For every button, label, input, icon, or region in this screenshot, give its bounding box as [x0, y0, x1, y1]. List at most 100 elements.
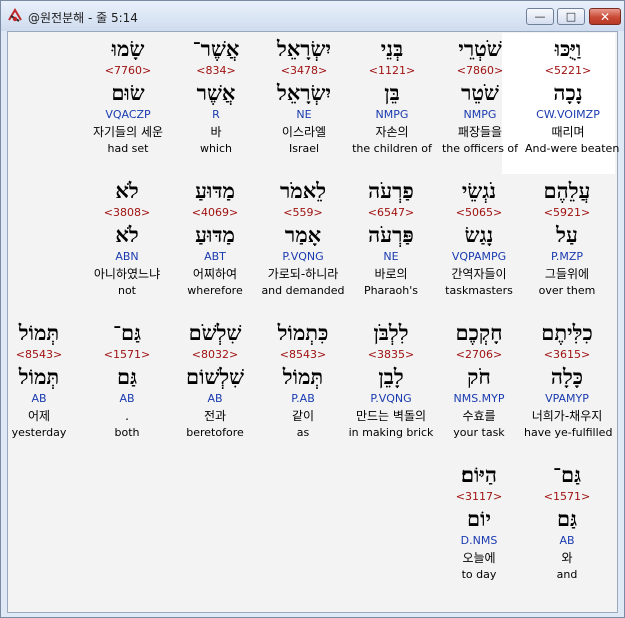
window-title: @원전분해 - 줄 5:14: [28, 11, 138, 25]
hebrew-lemma-text: יוֹם: [467, 506, 491, 531]
interlinear-word[interactable]: לֹא <3808> לֹא ABN 아니하였느냐 not: [84, 176, 170, 299]
interlinear-word[interactable]: וַיֻּכּוּ <5221> נָכָה CW.VOIMZP 때리며 And-were…: [525, 34, 620, 157]
english-gloss-text: and: [556, 568, 578, 581]
english-gloss-text: to day: [461, 568, 497, 581]
korean-gloss-text: 자손의: [375, 125, 409, 139]
interlinear-word[interactable]: לֵאמֹר <559> אָמַר P.VQNG 가로되-하니라 and demande…: [260, 176, 346, 299]
interlinear-word[interactable]: כִּתְמוֹל <8543> תְּמוֹל P.AB 같이 as: [260, 318, 346, 441]
interlinear-word[interactable]: שִׁלְשֹׁם <8032> שִׁלְשׁוֹם AB 전과 beretofore: [172, 318, 258, 441]
korean-gloss-text: 때리며: [551, 125, 585, 139]
interlinear-word[interactable]: בְּנֵי <1121> בֵּן NMPG 자손의 the children of: [349, 34, 435, 157]
strong-number-text: <2706>: [455, 348, 503, 361]
interlinear-word[interactable]: יִשְׂרָאֵל <3478> יִשְׂרָאֵל NE 이스라엘 Israel: [261, 34, 347, 157]
hebrew-word-text: כִלִּיתֶם: [541, 320, 593, 345]
korean-gloss-text: 패장들을: [457, 125, 503, 139]
strong-number-text: <7760>: [104, 64, 152, 77]
english-gloss-text: your task: [453, 426, 505, 439]
strong-number-text: <834>: [196, 64, 236, 77]
parsing-code-text: NE: [383, 250, 399, 263]
interlinear-word[interactable]: שָׂמוּ <7760> שׂוּם VQACZP 자기들의 세운 had set: [85, 34, 171, 157]
interlinear-word[interactable]: חָקְכֶם <2706> חֹק NMS.MYP 수효를 your task: [436, 318, 522, 441]
maximize-button[interactable]: □: [557, 8, 585, 25]
hebrew-lemma-text: לָבֵן: [378, 364, 404, 389]
english-gloss-text: as: [296, 426, 310, 439]
interlinear-word[interactable]: אֲשֶׁר־ <834> אֲשֶׁר R 바 which: [173, 34, 259, 157]
hebrew-word-text: שִׁלְשֹׁם: [188, 320, 242, 345]
korean-gloss-text: 바: [210, 125, 222, 139]
close-button[interactable]: ✕: [589, 8, 621, 25]
korean-gloss-text: 어찌하여: [192, 267, 238, 281]
strong-number-text: <3835>: [367, 348, 415, 361]
english-gloss-text: wherefore: [187, 284, 243, 297]
parsing-code-text: VPAMYP: [545, 392, 589, 405]
hebrew-lemma-text: שֹׁטֵר: [461, 80, 499, 105]
english-gloss-text: And-were beaten: [525, 142, 620, 155]
interlinear-word[interactable]: פַרְעֹה <6547> פַּרְעֹה NE 바로의 Pharaoh's: [348, 176, 434, 299]
hebrew-word-text: חָקְכֶם: [455, 320, 503, 345]
hebrew-word-text: לִלְבֹּן: [373, 320, 409, 345]
parsing-code-text: ABN: [115, 250, 139, 263]
korean-gloss-text: 자기들의 세운: [92, 125, 164, 139]
strong-number-text: <1571>: [103, 348, 151, 361]
hebrew-word-text: כִּתְמוֹל: [277, 320, 329, 345]
korean-gloss-text: 오늘에: [462, 551, 496, 565]
korean-gloss-text: 그들위에: [544, 267, 590, 281]
hebrew-word-text: וַיֻּכּוּ: [554, 36, 582, 61]
english-gloss-text: the children of: [352, 142, 432, 155]
parsing-code-text: P.VQNG: [370, 392, 412, 405]
strong-number-text: <559>: [283, 206, 323, 219]
interlinear-word[interactable]: נֹגְשֵׂי <5065> נָגַשׂ VQPAMPG 간역자들이 taskmast…: [436, 176, 522, 299]
strong-number-text: <5221>: [544, 64, 592, 77]
interlinear-word[interactable]: כִלִּיתֶם <3615> כָּלָה VPAMYP 너희가-채우지 have y…: [524, 318, 612, 441]
interlinear-word[interactable]: עֲלֵהֶם <5921> עַל P.MZP 그들위에 over them: [524, 176, 610, 299]
strong-number-text: <1121>: [368, 64, 416, 77]
parsing-code-text: P.AB: [291, 392, 315, 405]
interlinear-word[interactable]: גַּם־ <1571> גַּם AB 와 and: [524, 460, 610, 583]
hebrew-lemma-text: חֹק: [467, 364, 491, 389]
parsing-code-text: R: [212, 108, 220, 121]
interlinear-word[interactable]: מַדּוּעַ <4069> מַדּוּעַ ABT 어찌하여 wherefore: [172, 176, 258, 299]
parsing-code-text: NMPG: [463, 108, 497, 121]
hebrew-lemma-text: שׂוּם: [111, 80, 145, 105]
hebrew-word-text: שֹׁטְרֵי: [458, 36, 502, 61]
english-gloss-text: both: [114, 426, 140, 439]
parsing-code-text: P.VQNG: [282, 250, 324, 263]
parsing-code-text: AB: [559, 534, 575, 547]
title-bar[interactable]: @원전분해 - 줄 5:14 — □ ✕: [1, 1, 624, 31]
hebrew-lemma-text: אֲשֶׁר: [196, 80, 236, 105]
interlinear-word[interactable]: לִלְבֹּן <3835> לָבֵן P.VQNG 만드는 벽돌의 in makin…: [348, 318, 434, 441]
parsing-code-text: AB: [207, 392, 223, 405]
hebrew-word-text: בְּנֵי: [380, 36, 404, 61]
minimize-icon: —: [534, 10, 546, 23]
app-logo-icon: [8, 8, 22, 22]
hebrew-lemma-text: תְּמוֹל: [18, 364, 60, 389]
interlinear-word[interactable]: הַיּוֹם׃ <3117> יוֹם D.NMS 오늘에 to day: [436, 460, 522, 583]
strong-number-text: <3117>: [455, 490, 503, 503]
close-icon: ✕: [599, 9, 611, 24]
hebrew-lemma-text: יִשְׂרָאֵל: [277, 80, 331, 105]
strong-number-text: <3808>: [103, 206, 151, 219]
english-gloss-text: the officers of: [441, 142, 519, 155]
korean-gloss-text: 너희가-채우지: [531, 409, 603, 423]
korean-gloss-text: 만드는 벽돌의: [355, 409, 427, 423]
interlinear-panel[interactable]: וַיֻּכּוּ <5221> נָכָה CW.VOIMZP 때리며 And-were…: [7, 31, 620, 613]
strong-number-text: <4069>: [191, 206, 239, 219]
hebrew-lemma-text: גַּם: [116, 364, 138, 389]
interlinear-word[interactable]: גַּם־ <1571> גַּם AB. both: [84, 318, 170, 441]
hebrew-lemma-text: גַּם: [556, 506, 578, 531]
parsing-code-text: D.NMS: [460, 534, 498, 547]
korean-gloss-text: 같이: [291, 409, 315, 423]
minimize-button[interactable]: —: [526, 8, 554, 25]
interlinear-word[interactable]: שֹׁטְרֵי <7860> שֹׁטֵר NMPG 패장들을 the officers…: [437, 34, 523, 157]
hebrew-word-text: תְּמוֹל: [18, 320, 60, 345]
hebrew-word-text: פַרְעֹה: [368, 178, 414, 203]
interlinear-word[interactable]: תְּמוֹל <8543> תְּמוֹל AB 어제 yesterday: [0, 318, 82, 441]
hebrew-word-text: נֹגְשֵׂי: [461, 178, 497, 203]
hebrew-word-text: שָׂמוּ: [111, 36, 145, 61]
hebrew-word-text: מַדּוּעַ: [195, 178, 235, 203]
strong-number-text: <6547>: [367, 206, 415, 219]
hebrew-lemma-text: לֹא: [115, 222, 139, 247]
strong-number-text: <7860>: [456, 64, 504, 77]
korean-gloss-text: 이스라엘: [281, 125, 327, 139]
hebrew-lemma-text: עַל: [556, 222, 578, 247]
